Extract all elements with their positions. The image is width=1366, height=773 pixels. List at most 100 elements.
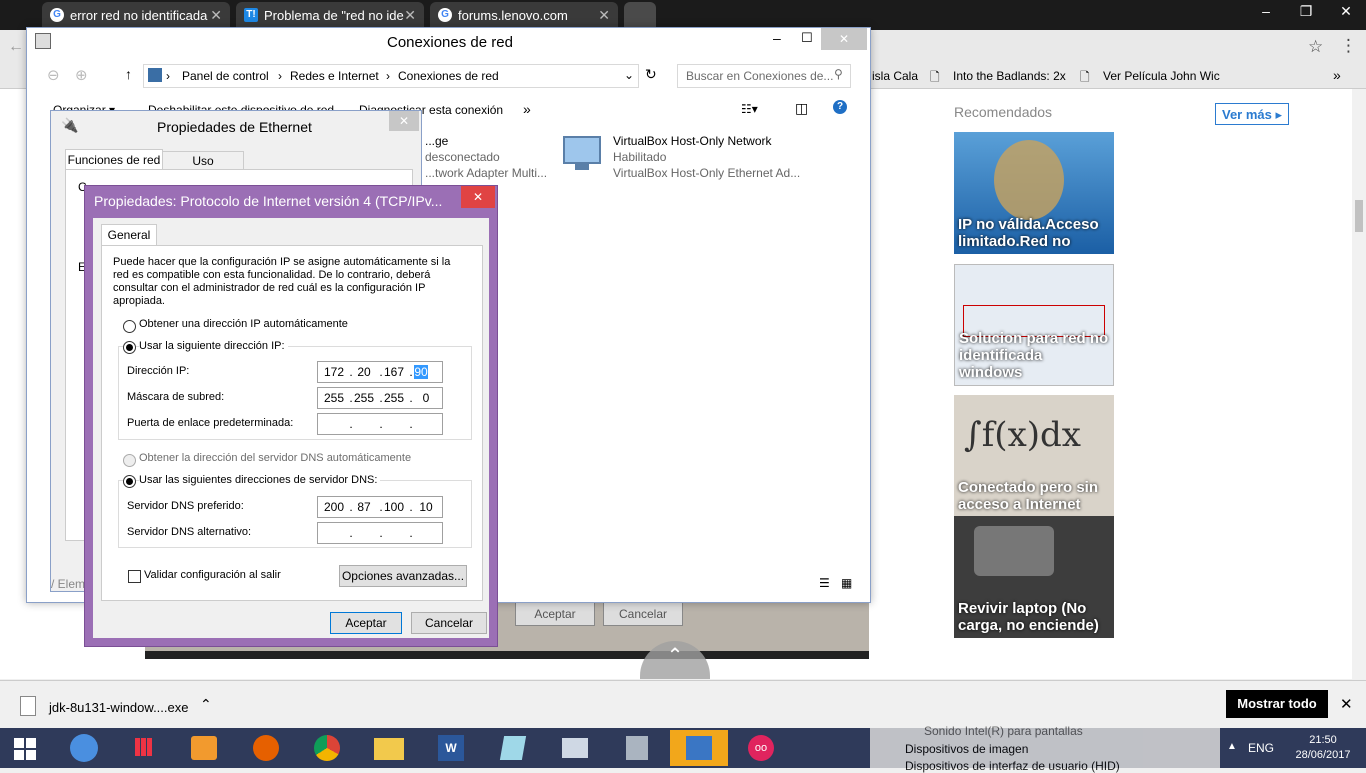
windows-start-icon[interactable]: [0, 730, 50, 766]
ok-button[interactable]: Aceptar: [330, 612, 402, 634]
chevron-down-icon[interactable]: ⌄: [624, 68, 634, 82]
manual-ip-radio[interactable]: [123, 341, 136, 354]
gateway-field[interactable]: . . .: [317, 413, 443, 435]
close-tab-icon[interactable]: ✕: [404, 7, 416, 24]
recommended-card[interactable]: Solucion para red no identificada window…: [954, 264, 1114, 386]
icons-view-icon[interactable]: ▦: [841, 576, 852, 590]
validate-checkbox[interactable]: [128, 570, 141, 583]
tab-sharing[interactable]: Uso compartido: [162, 151, 244, 186]
close-tab-icon[interactable]: ✕: [210, 7, 222, 24]
media-player-icon[interactable]: [175, 730, 233, 766]
show-all-button[interactable]: Mostrar todo: [1226, 690, 1328, 718]
tab-favicon: T!: [244, 8, 258, 22]
auto-ip-radio[interactable]: [123, 320, 136, 333]
subnet-mask-field[interactable]: 255. 255. 255. 0: [317, 387, 443, 409]
view-options-icon[interactable]: ☷▾: [741, 102, 758, 116]
control-panel-icon[interactable]: [670, 730, 728, 766]
close-icon[interactable]: ✕: [1326, 0, 1366, 22]
new-tab-button[interactable]: [624, 2, 656, 29]
breadcrumb-item[interactable]: Conexiones de red: [398, 69, 499, 83]
performance-monitor-icon[interactable]: [546, 730, 604, 766]
browser-tab-1[interactable]: G error red no identificada ✕: [42, 2, 230, 29]
alternate-dns-field[interactable]: . . .: [317, 522, 443, 544]
details-view-icon[interactable]: ☰: [819, 576, 830, 590]
close-icon[interactable]: ✕: [389, 111, 419, 131]
see-more-button[interactable]: Ver más ▸: [1215, 103, 1289, 125]
close-icon[interactable]: ✕: [1340, 695, 1353, 713]
auto-dns-radio[interactable]: [123, 454, 136, 467]
dialog-body: General Puede hacer que la configuración…: [93, 218, 489, 638]
download-file-name[interactable]: jdk-8u131-window....exe: [49, 700, 188, 715]
cortana-icon[interactable]: [56, 730, 114, 766]
preferred-dns-field[interactable]: 200. 87. 100. 10: [317, 496, 443, 518]
browser-tab-strip: G error red no identificada ✕ T! Problem…: [0, 0, 1366, 30]
device-manager-icon[interactable]: [608, 730, 666, 766]
close-icon[interactable]: ✕: [821, 28, 867, 50]
star-icon[interactable]: ☆: [1308, 37, 1323, 57]
maximize-icon[interactable]: ☐: [801, 30, 813, 46]
address-bar[interactable]: › Panel de control › Redes e Internet › …: [143, 64, 639, 88]
close-icon[interactable]: ✕: [461, 186, 495, 208]
recommended-card[interactable]: IP no válida.Acceso limitado.Red no: [954, 132, 1114, 254]
preview-pane-icon[interactable]: ◫: [795, 100, 808, 117]
back-icon[interactable]: ←: [8, 38, 24, 56]
connection-name: ...ge: [425, 134, 449, 148]
up-icon[interactable]: ↑: [125, 66, 132, 82]
back-icon[interactable]: ⊖: [47, 66, 60, 84]
connection-item[interactable]: VirtualBox Host-Only Network Habilitado …: [613, 134, 853, 184]
chrome-icon[interactable]: [298, 730, 356, 766]
app-icon[interactable]: oo: [732, 730, 790, 766]
help-icon[interactable]: ?: [833, 100, 847, 114]
word-icon[interactable]: W: [422, 730, 480, 766]
restore-icon[interactable]: ❐: [1286, 0, 1326, 22]
more-bookmarks-icon[interactable]: »: [1333, 67, 1341, 83]
manual-dns-radio[interactable]: [123, 475, 136, 488]
notes-icon[interactable]: [484, 730, 542, 766]
minimize-icon[interactable]: –: [1246, 0, 1286, 22]
connection-device: VirtualBox Host-Only Ethernet Ad...: [613, 166, 801, 180]
gateway-label: Puerta de enlace predeterminada:: [127, 417, 294, 429]
minimize-icon[interactable]: –: [773, 30, 781, 46]
breadcrumb-item[interactable]: Panel de control: [182, 69, 269, 83]
ethernet-icon: 🔌: [61, 117, 79, 133]
clock[interactable]: 21:50 28/06/2017: [1290, 733, 1356, 763]
page-scrollbar[interactable]: [1352, 89, 1366, 679]
browser-tab-3[interactable]: G forums.lenovo.com ✕: [430, 2, 618, 29]
bg-cancel-button: Cancelar: [603, 602, 683, 626]
connection-item[interactable]: ...ge desconectado ...twork Adapter Mult…: [425, 134, 575, 184]
validate-label: Validar configuración al salir: [144, 569, 281, 581]
language-indicator[interactable]: ENG: [1248, 741, 1274, 755]
tab-general[interactable]: General: [101, 224, 157, 246]
recommended-heading: Recomendados: [954, 104, 1053, 120]
card-caption: Revivir laptop (No carga, no enciende): [958, 600, 1099, 634]
cancel-button[interactable]: Cancelar: [411, 612, 487, 634]
firefox-icon[interactable]: [237, 730, 295, 766]
charger-image: [974, 526, 1054, 576]
intro-text: Puede hacer que la configuración IP se a…: [113, 256, 451, 307]
ip-address-field[interactable]: 172. 20. 167. 90: [317, 361, 443, 383]
breadcrumb-item[interactable]: Redes e Internet: [290, 69, 379, 83]
dialog-title: Propiedades de Ethernet: [157, 119, 312, 135]
advanced-options-button[interactable]: Opciones avanzadas...: [339, 565, 467, 587]
menu-icon[interactable]: ⋮: [1340, 36, 1357, 56]
refresh-icon[interactable]: ↻: [645, 66, 657, 83]
close-tab-icon[interactable]: ✕: [598, 7, 610, 24]
tab-networking[interactable]: Funciones de red: [65, 149, 163, 170]
scrollbar-thumb[interactable]: [1355, 200, 1363, 232]
show-hidden-icons-icon[interactable]: ▲: [1227, 741, 1237, 752]
browser-tab-2[interactable]: T! Problema de "red no ide ✕: [236, 2, 424, 29]
integral-image: ∫f(x)dx: [964, 415, 1081, 455]
apps-grid-icon[interactable]: [115, 730, 173, 766]
more-commands-icon[interactable]: »: [523, 101, 531, 117]
bookmark-item[interactable]: Ver Película John Wic: [1103, 69, 1220, 83]
recommended-card[interactable]: ∫f(x)dx Conectado pero sin acceso a Inte…: [954, 395, 1114, 517]
search-input[interactable]: Buscar en Conexiones de... ⚲: [677, 64, 851, 88]
bookmark-item[interactable]: Into the Badlands: 2x: [953, 69, 1066, 83]
forward-icon[interactable]: ⊕: [75, 66, 88, 84]
chevron-up-icon[interactable]: ⌃: [200, 696, 212, 713]
taskbar: W oo Sonido Intel(R) para pantallas Disp…: [0, 724, 1366, 773]
file-explorer-icon[interactable]: [360, 730, 418, 766]
clock-date: 28/06/2017: [1295, 749, 1351, 761]
bookmark-item[interactable]: isla Cala: [872, 69, 918, 83]
recommended-card[interactable]: Revivir laptop (No carga, no enciende): [954, 516, 1114, 638]
